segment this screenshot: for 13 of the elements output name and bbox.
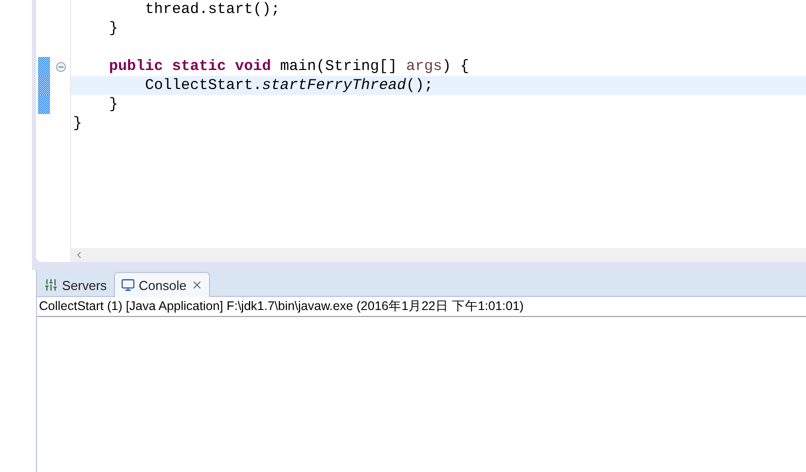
code-line: } <box>108 96 118 113</box>
panel-tab[interactable]: Servers <box>37 272 114 297</box>
code-line: } <box>73 115 82 132</box>
code-line: CollectStart.startFerryThread(); <box>144 77 434 94</box>
code-line: } <box>108 20 118 37</box>
horizontal-scrollbar[interactable] <box>70 248 806 262</box>
panel-tab[interactable]: Console <box>114 272 210 297</box>
monitor-icon <box>120 278 135 292</box>
sliders-icon <box>44 278 58 292</box>
code-line: thread.start(); <box>144 1 280 18</box>
code-line: public static void main(String[] args) { <box>108 58 470 75</box>
close-icon[interactable] <box>190 279 202 291</box>
collapse-icon[interactable] <box>56 62 66 72</box>
